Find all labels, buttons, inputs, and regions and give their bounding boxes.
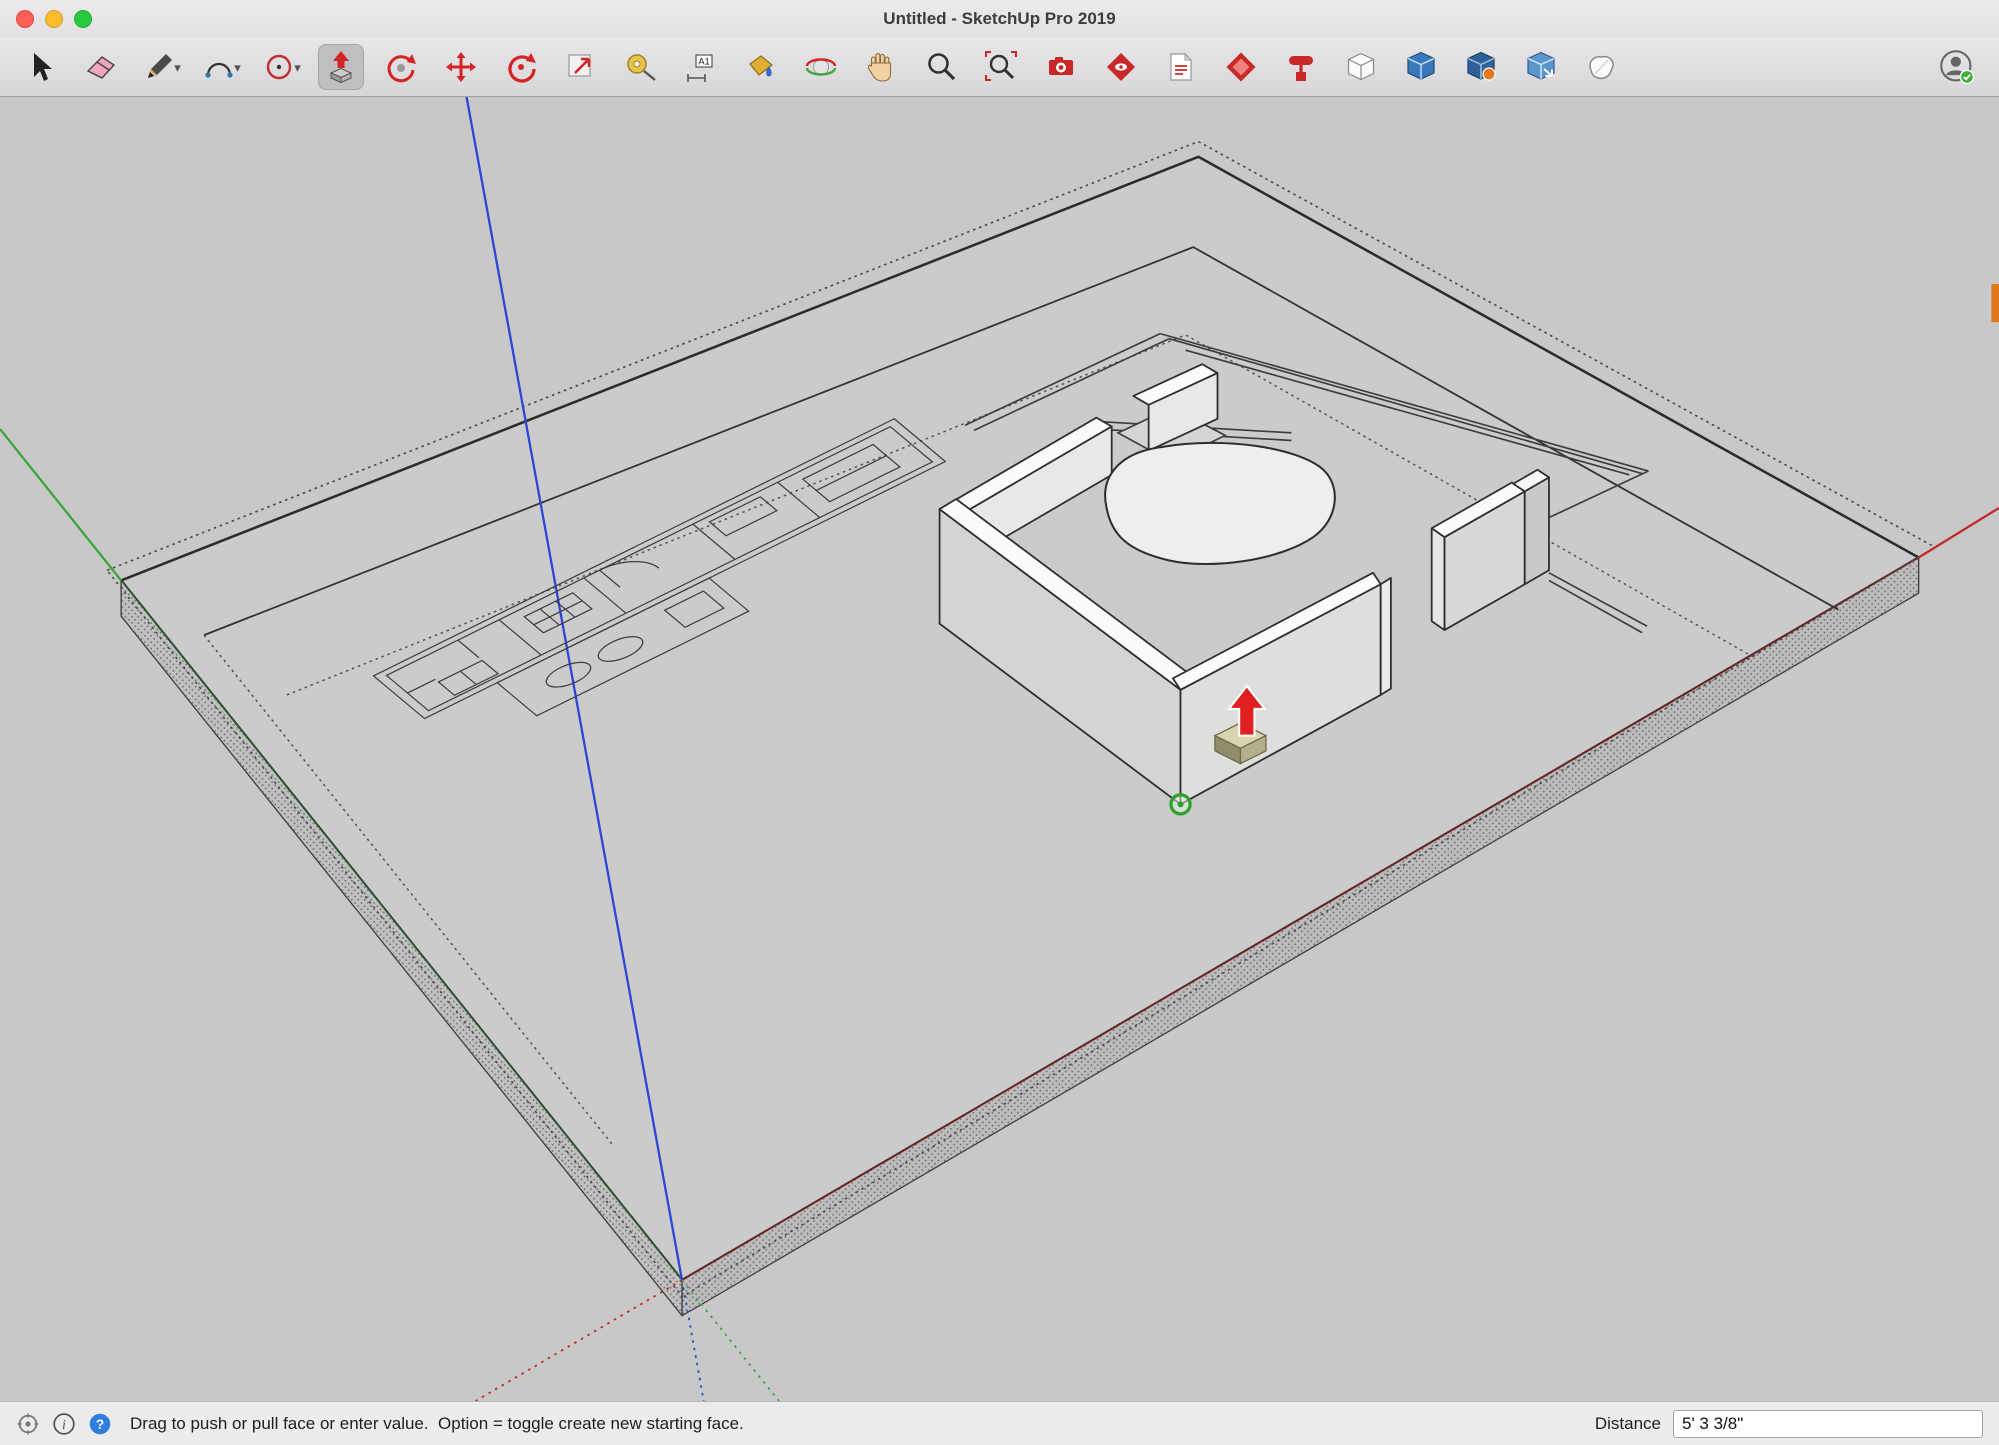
measurements-label: Distance xyxy=(1595,1414,1661,1434)
toolbar-tools: ▾ ▾ ▾ A1 xyxy=(18,44,1624,90)
status-hint: Drag to push or pull face or enter value… xyxy=(130,1414,744,1434)
tape-measure-icon xyxy=(623,49,659,85)
tool-position-camera[interactable] xyxy=(1038,44,1084,90)
materials-icon xyxy=(1283,49,1319,85)
orbit-icon xyxy=(803,49,839,85)
tool-paint-bucket[interactable] xyxy=(738,44,784,90)
tool-look-around[interactable] xyxy=(1098,44,1144,90)
help-icon: ? xyxy=(88,1412,112,1436)
line-icon xyxy=(141,49,177,85)
window-title: Untitled - SketchUp Pro 2019 xyxy=(0,9,1999,29)
dimension-icon: A1 xyxy=(683,49,719,85)
zoom-button[interactable] xyxy=(74,10,92,28)
tool-pan[interactable] xyxy=(858,44,904,90)
position-camera-icon xyxy=(1043,49,1079,85)
account-icon xyxy=(1936,46,1978,88)
3d-warehouse-icon xyxy=(1403,49,1439,85)
toolbar: ▾ ▾ ▾ A1 xyxy=(0,38,1999,97)
geolocation-icon xyxy=(16,1412,40,1436)
push-pull-icon xyxy=(323,49,359,85)
tool-3d-warehouse[interactable] xyxy=(1398,44,1444,90)
trimble-connect-icon xyxy=(1523,49,1559,85)
info-icon: i xyxy=(52,1412,76,1436)
dropdown-caret-icon[interactable]: ▾ xyxy=(294,61,301,74)
components-icon xyxy=(1343,49,1379,85)
arc-icon xyxy=(201,49,237,85)
svg-text:A1: A1 xyxy=(698,57,710,68)
scale-icon xyxy=(563,49,599,85)
wall-end-cap xyxy=(1381,578,1391,695)
minimize-button[interactable] xyxy=(45,10,63,28)
tool-rotate[interactable] xyxy=(498,44,544,90)
tool-follow-me[interactable] xyxy=(378,44,424,90)
select-icon xyxy=(23,49,59,85)
inference-point-marker xyxy=(1171,795,1190,814)
tool-move[interactable] xyxy=(438,44,484,90)
tool-styles[interactable] xyxy=(1218,44,1264,90)
dropdown-caret-icon[interactable]: ▾ xyxy=(174,61,181,74)
paint-bucket-icon xyxy=(743,49,779,85)
styles-icon xyxy=(1223,49,1259,85)
right-edge-marker xyxy=(1991,284,1999,322)
svg-text:?: ? xyxy=(96,1416,104,1431)
rotate-icon xyxy=(503,49,539,85)
tool-select[interactable] xyxy=(18,44,64,90)
tool-push-pull[interactable] xyxy=(318,44,364,90)
follow-me-icon xyxy=(383,49,419,85)
measurements-input[interactable] xyxy=(1673,1410,1983,1438)
viewport-canvas[interactable] xyxy=(0,97,1999,1401)
sketchup-window: Untitled - SketchUp Pro 2019 ▾ ▾ ▾ A1 xyxy=(0,0,1999,1445)
window-controls xyxy=(16,10,92,28)
model-info-button[interactable]: i xyxy=(52,1412,76,1436)
account-button[interactable] xyxy=(1933,43,1981,91)
close-button[interactable] xyxy=(16,10,34,28)
tool-trimble-connect[interactable] xyxy=(1518,44,1564,90)
tool-orbit[interactable] xyxy=(798,44,844,90)
zoom-icon xyxy=(923,49,959,85)
eraser-icon xyxy=(83,49,119,85)
status-bar: i ? Drag to push or pull face or enter v… xyxy=(0,1401,1999,1445)
dropdown-caret-icon[interactable]: ▾ xyxy=(234,61,241,74)
tool-components[interactable] xyxy=(1338,44,1384,90)
tool-scale[interactable] xyxy=(558,44,604,90)
tool-shapes[interactable]: ▾ xyxy=(258,44,304,90)
svg-text:i: i xyxy=(62,1416,66,1432)
shapes-icon xyxy=(261,49,297,85)
help-button[interactable]: ? xyxy=(88,1412,112,1436)
main-viewport[interactable] xyxy=(0,97,1999,1401)
tool-tape-measure[interactable] xyxy=(618,44,664,90)
tool-zoom[interactable] xyxy=(918,44,964,90)
tool-line[interactable]: ▾ xyxy=(138,44,184,90)
zoom-extents-icon xyxy=(983,49,1019,85)
move-icon xyxy=(443,49,479,85)
tool-arc[interactable]: ▾ xyxy=(198,44,244,90)
look-around-icon xyxy=(1103,49,1139,85)
tool-zoom-extents[interactable] xyxy=(978,44,1024,90)
extension-warehouse-icon xyxy=(1463,49,1499,85)
title-bar: Untitled - SketchUp Pro 2019 xyxy=(0,0,1999,38)
section-plane-icon xyxy=(1163,49,1199,85)
tool-eraser[interactable] xyxy=(78,44,124,90)
tool-section-plane[interactable] xyxy=(1158,44,1204,90)
tool-materials[interactable] xyxy=(1278,44,1324,90)
tool-soften-edges[interactable] xyxy=(1578,44,1624,90)
tool-extension-warehouse[interactable] xyxy=(1458,44,1504,90)
soften-edges-icon xyxy=(1583,49,1619,85)
pan-icon xyxy=(863,49,899,85)
tool-dimension[interactable]: A1 xyxy=(678,44,724,90)
geolocation-button[interactable] xyxy=(16,1412,40,1436)
